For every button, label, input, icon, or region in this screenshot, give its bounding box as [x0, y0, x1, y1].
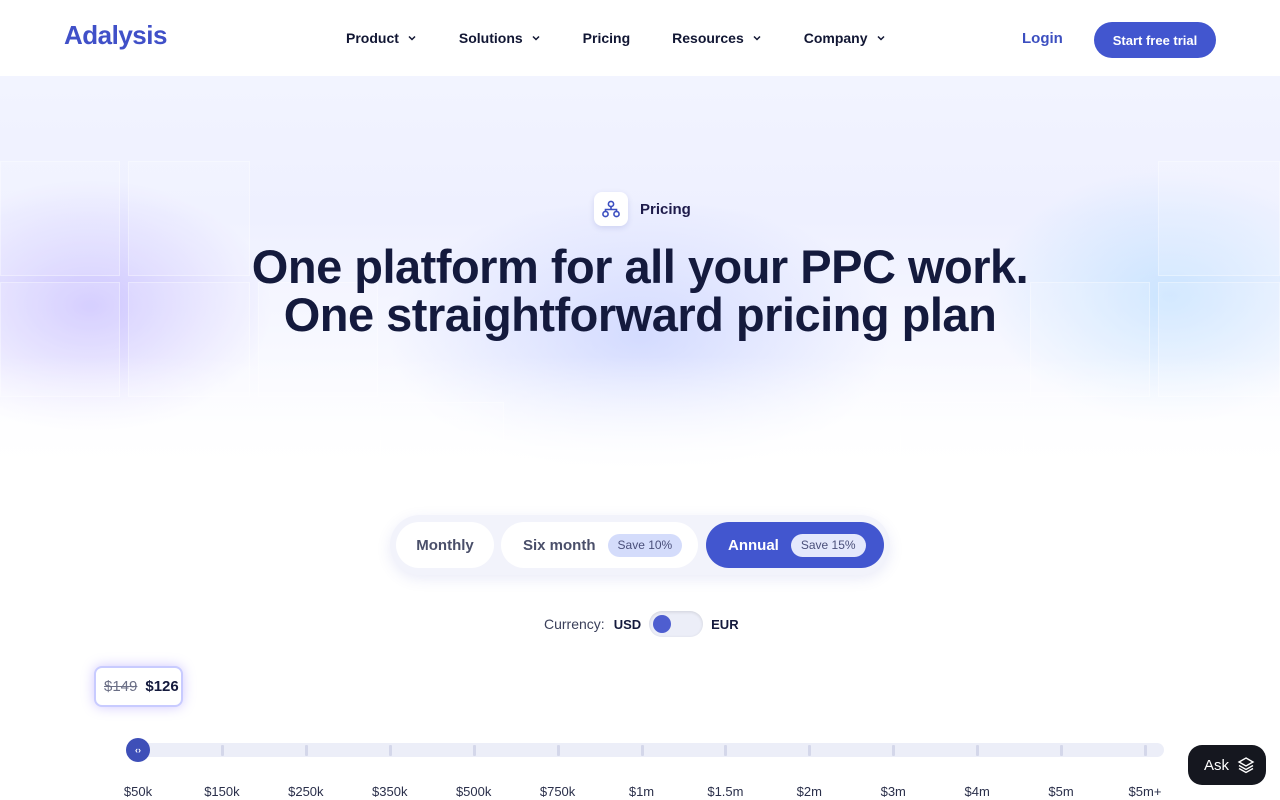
code-arrows-icon: ‹›	[135, 745, 141, 755]
nav-item-solutions[interactable]: Solutions	[459, 30, 541, 46]
slider-tick	[304, 745, 308, 756]
slider-tick-label[interactable]: $1.5m	[707, 784, 743, 799]
slider-tick-label[interactable]: $5m	[1048, 784, 1073, 799]
nav-item-product[interactable]: Product	[346, 30, 417, 46]
nav-item-label: Resources	[672, 30, 744, 46]
currency-eur-label[interactable]: EUR	[711, 617, 738, 632]
slider-tick-label[interactable]: $2m	[797, 784, 822, 799]
login-link[interactable]: Login	[1022, 30, 1063, 47]
ad-spend-slider-track[interactable]	[126, 743, 1164, 757]
switch-knob	[653, 615, 672, 633]
nav-item-label: Solutions	[458, 30, 523, 46]
ask-label: Ask	[1204, 756, 1230, 774]
page-title-line-2: One straightforward pricing plan	[283, 288, 997, 341]
slider-tick	[220, 745, 224, 756]
slider-tick	[808, 745, 812, 756]
slider-handle[interactable]: ‹›	[126, 738, 150, 762]
nav-item-label: Pricing	[582, 30, 631, 46]
slider-tick	[640, 745, 644, 756]
logo-text: Adalysis	[64, 20, 167, 50]
ask-assistant-button[interactable]: Ask	[1188, 745, 1266, 785]
billing-option-six-month[interactable]: Six month Save 10%	[501, 522, 698, 568]
currency-label: Currency:	[544, 616, 605, 632]
badge-label: Pricing	[640, 200, 691, 218]
page-title-line-1: One platform for all your PPC work.	[251, 240, 1029, 293]
slider-tick	[976, 745, 980, 756]
original-price: $149	[104, 678, 138, 695]
discount-badge: Save 15%	[790, 533, 866, 557]
slider-tick	[388, 745, 392, 756]
chevron-down-icon	[408, 35, 416, 41]
slider-tick-label[interactable]: $5m+	[1129, 784, 1162, 799]
slider-tick-label[interactable]: $500k	[456, 784, 491, 799]
price-tooltip: $149 $126	[94, 666, 183, 707]
billing-period-toggle: Monthly Six month Save 10% Annual Save 1…	[390, 515, 890, 575]
brand-logo[interactable]: Adalysis	[64, 20, 167, 51]
section-badge: Pricing	[594, 192, 691, 226]
currency-switch[interactable]	[649, 611, 704, 637]
discount-badge: Save 10%	[607, 533, 683, 557]
main-menu: Product Solutions Pricing Resources Comp…	[346, 30, 928, 46]
billing-option-label: Six month	[523, 536, 596, 554]
slider-tick-label[interactable]: $4m	[965, 784, 990, 799]
nav-item-label: Company	[803, 30, 868, 46]
layers-sparkle-icon	[1237, 757, 1255, 774]
nav-item-label: Product	[346, 30, 399, 46]
currency-usd-label[interactable]: USD	[614, 617, 641, 632]
slider-tick	[892, 745, 896, 756]
discounted-price: $126	[145, 678, 179, 695]
hero-section: Pricing One platform for all your PPC wo…	[0, 76, 1280, 476]
nav-item-company[interactable]: Company	[804, 30, 886, 46]
nav-item-pricing[interactable]: Pricing	[583, 30, 630, 46]
slider-tick	[1060, 745, 1064, 756]
slider-tick-label[interactable]: $150k	[204, 784, 239, 799]
slider-tick-label[interactable]: $1m	[629, 784, 654, 799]
slider-tick	[1144, 745, 1147, 756]
slider-tick	[556, 745, 560, 756]
slider-tick-label[interactable]: $350k	[372, 784, 407, 799]
slider-tick	[724, 745, 728, 756]
top-nav: Adalysis Product Solutions Pricing Resou…	[0, 0, 1280, 76]
hero-fade	[0, 356, 1280, 476]
billing-option-annual[interactable]: Annual Save 15%	[706, 522, 884, 568]
start-free-trial-button[interactable]: Start free trial	[1094, 22, 1216, 58]
sitemap-icon	[594, 192, 628, 226]
currency-selector: Currency: USD EUR	[544, 611, 739, 637]
slider-tick-label[interactable]: $250k	[288, 784, 323, 799]
chevron-down-icon	[753, 35, 761, 41]
slider-tick-label[interactable]: $750k	[540, 784, 575, 799]
nav-item-resources[interactable]: Resources	[672, 30, 762, 46]
billing-option-label: Monthly	[416, 536, 474, 554]
slider-tick-label[interactable]: $50k	[124, 784, 152, 799]
chevron-down-icon	[532, 35, 540, 41]
chevron-down-icon	[877, 35, 885, 41]
billing-option-label: Annual	[728, 536, 779, 554]
slider-tick-label[interactable]: $3m	[881, 784, 906, 799]
slider-tick	[472, 745, 476, 756]
billing-option-monthly[interactable]: Monthly	[396, 522, 494, 568]
